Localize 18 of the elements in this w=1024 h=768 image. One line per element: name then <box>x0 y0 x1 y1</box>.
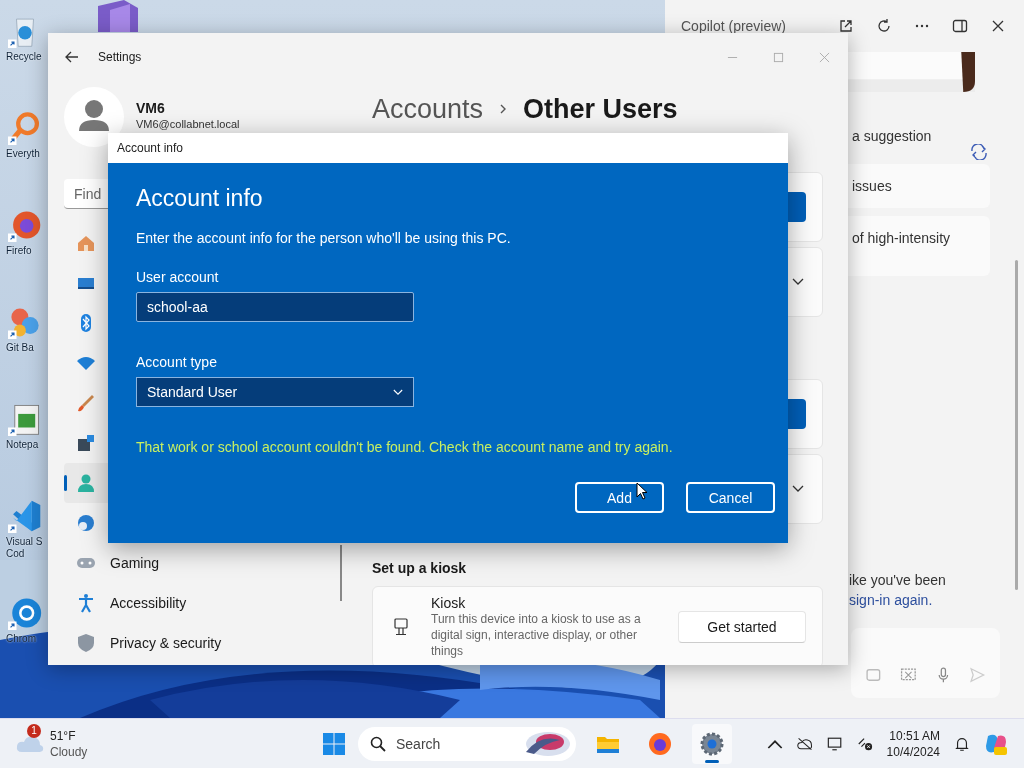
dialog-heading: Account info <box>136 185 263 212</box>
field-label: Account type <box>136 354 217 370</box>
weather-condition: Cloudy <box>50 743 88 760</box>
card-title: Kiosk <box>431 595 467 611</box>
user-email: VM6@collabnet.local <box>136 118 240 130</box>
temperature-text: 51°F <box>50 727 77 744</box>
prompt-text: a suggestion <box>852 128 932 144</box>
user-name: VM6 <box>136 100 166 116</box>
error-message: That work or school account couldn't be found. Check the account name and try again. <box>136 439 673 455</box>
card-description: Turn this device into a kiosk to use as a digital sign, interactive display, or other things <box>431 611 642 659</box>
dialog-description: Enter the account info for the person who'll be using this PC. <box>136 230 511 246</box>
section-heading: Set up a kiosk <box>372 560 468 576</box>
dialog-title: Account info <box>117 141 184 155</box>
pane-title: Copilot (preview) <box>681 18 787 34</box>
notification-badge: 1 <box>27 723 41 738</box>
field-label: User account <box>136 269 219 285</box>
window-title: Settings <box>98 50 142 64</box>
page-title: Other Users <box>523 93 678 125</box>
